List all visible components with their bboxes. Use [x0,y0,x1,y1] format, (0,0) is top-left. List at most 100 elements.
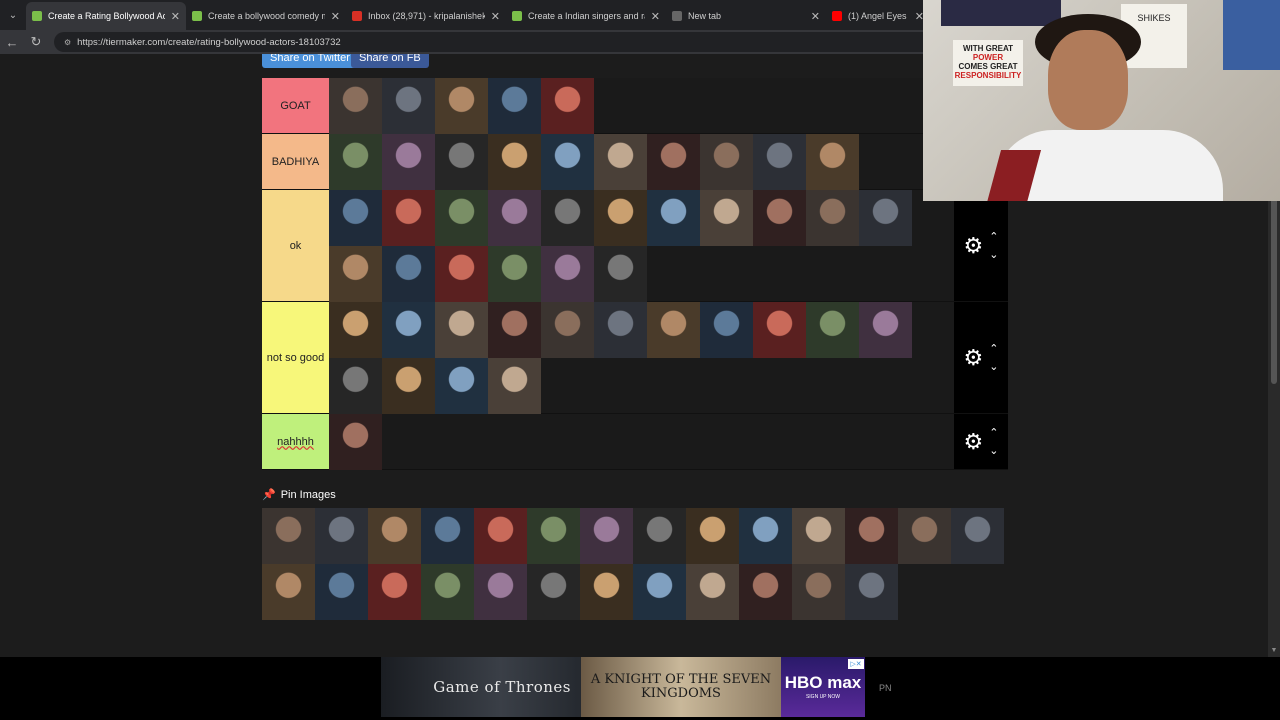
tier-label[interactable]: not so good [262,302,329,413]
pool-actor-image[interactable] [368,564,421,620]
actor-image[interactable] [435,358,488,414]
pool-actor-image[interactable] [845,564,898,620]
actor-image[interactable] [435,190,488,246]
ad-close-icon[interactable]: ▷✕ [848,659,864,669]
scroll-down-icon[interactable]: ▼ [1270,647,1278,655]
share-facebook-button[interactable]: Share on FB [351,54,429,68]
actor-image[interactable] [541,134,594,190]
pool-actor-image[interactable] [315,508,368,564]
tab-close-icon[interactable]: ✕ [331,10,340,23]
reload-icon[interactable]: ↻ [24,30,48,54]
actor-image[interactable] [859,190,912,246]
browser-tab[interactable]: Create a bollywood comedy movie ✕ [186,2,346,30]
actor-image[interactable] [329,246,382,302]
actor-image[interactable] [647,134,700,190]
browser-tab[interactable]: (1) Angel Eyes (feat. Ju✕ [826,2,930,30]
url-field[interactable]: ⚙ https://tiermaker.com/create/rating-bo… [54,32,934,52]
browser-tab[interactable]: Create a Indian singers and rappe ✕ [506,2,666,30]
actor-image[interactable] [541,302,594,358]
pool-actor-image[interactable] [262,564,315,620]
move-down-icon[interactable]: ⌄ [989,442,998,460]
actor-image[interactable] [859,302,912,358]
tier-label[interactable]: BADHIYA [262,134,329,189]
tier-items[interactable] [329,302,954,414]
move-up-icon[interactable]: ⌃ [989,340,998,358]
tab-close-icon[interactable]: ✕ [171,10,180,23]
tab-close-icon[interactable]: ✕ [491,10,500,23]
pool-actor-image[interactable] [315,564,368,620]
actor-image[interactable] [594,134,647,190]
actor-image[interactable] [435,134,488,190]
hbo-ad[interactable]: Game of Thrones A KNIGHT OF THE SEVEN KI… [381,657,865,717]
actor-image[interactable] [488,246,541,302]
actor-image[interactable] [700,190,753,246]
actor-image[interactable] [753,302,806,358]
actor-image[interactable] [753,134,806,190]
browser-tab[interactable]: New tab ✕ [666,2,826,30]
pool-actor-image[interactable] [527,564,580,620]
move-up-icon[interactable]: ⌃ [989,424,998,442]
actor-image[interactable] [488,190,541,246]
actor-image[interactable] [382,246,435,302]
back-arrow-icon[interactable]: ← [0,30,24,54]
actor-image[interactable] [329,78,382,134]
actor-image[interactable] [329,190,382,246]
actor-image[interactable] [382,302,435,358]
actor-image[interactable] [435,302,488,358]
tier-label[interactable]: ok [262,190,329,301]
actor-image[interactable] [382,134,435,190]
actor-image[interactable] [806,190,859,246]
pool-actor-image[interactable] [792,564,845,620]
actor-image[interactable] [753,190,806,246]
pool-actor-image[interactable] [368,508,421,564]
tier-items[interactable] [329,78,954,134]
site-info-icon[interactable]: ⚙ [64,38,71,47]
pool-actor-image[interactable] [951,508,1004,564]
pool-actor-image[interactable] [792,508,845,564]
pool-actor-image[interactable] [580,564,633,620]
pool-actor-image[interactable] [633,564,686,620]
actor-image[interactable] [647,190,700,246]
move-up-icon[interactable]: ⌃ [989,228,998,246]
tier-items[interactable] [329,190,954,302]
actor-image[interactable] [435,78,488,134]
actor-image[interactable] [488,302,541,358]
actor-image[interactable] [488,134,541,190]
pool-actor-image[interactable] [474,564,527,620]
browser-tab[interactable]: Inbox (28,971) - kripalanishekhar@ ✕ [346,2,506,30]
move-down-icon[interactable]: ⌄ [989,358,998,376]
actor-image[interactable] [594,246,647,302]
actor-image[interactable] [382,78,435,134]
gear-icon[interactable]: ⚙ [964,234,984,257]
pool-actor-image[interactable] [686,508,739,564]
actor-image[interactable] [700,302,753,358]
pool-actor-image[interactable] [686,564,739,620]
actor-image[interactable] [488,358,541,414]
browser-tab[interactable]: Create a Rating Bollywood Actors ✕ [26,2,186,30]
actor-image[interactable] [541,246,594,302]
actor-image[interactable] [806,134,859,190]
tier-label[interactable]: GOAT [262,78,329,133]
pool-actor-image[interactable] [898,508,951,564]
pool-actor-image[interactable] [262,508,315,564]
pool-actor-image[interactable] [739,508,792,564]
pool-actor-image[interactable] [527,508,580,564]
tier-label[interactable]: nahhhh [262,414,329,469]
actor-image[interactable] [329,358,382,414]
pool-actor-image[interactable] [739,564,792,620]
pool-actor-image[interactable] [633,508,686,564]
gear-icon[interactable]: ⚙ [964,430,984,453]
actor-image[interactable] [382,358,435,414]
tab-search-icon[interactable]: ⌄ [0,0,26,30]
actor-image[interactable] [541,190,594,246]
pool-actor-image[interactable] [421,508,474,564]
actor-image[interactable] [488,78,541,134]
pool-actor-image[interactable] [474,508,527,564]
actor-image[interactable] [594,302,647,358]
actor-image[interactable] [541,78,594,134]
pool-actor-image[interactable] [421,564,474,620]
pool-actor-image[interactable] [580,508,633,564]
share-twitter-button[interactable]: Share on Twitter [262,54,358,68]
actor-image[interactable] [806,302,859,358]
tier-items[interactable] [329,134,954,190]
